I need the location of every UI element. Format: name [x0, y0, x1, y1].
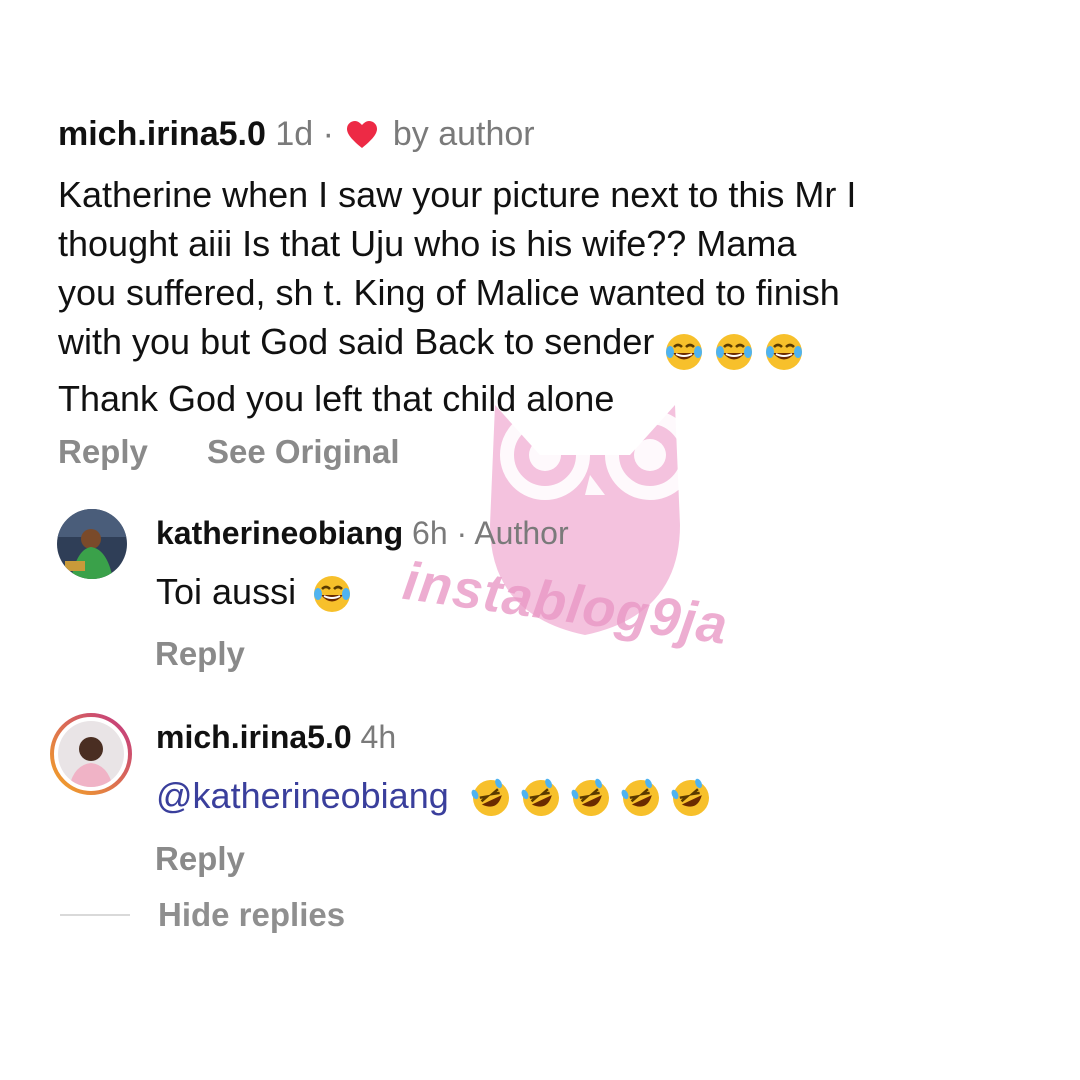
emoji-row [664, 325, 814, 374]
reply-header: katherineobiang 6h · Author [156, 512, 569, 554]
rolling-laughing-icon [621, 778, 661, 818]
comment-line: with you but God said Back to sender [58, 321, 655, 362]
comment-username[interactable]: mich.irina5.0 [58, 115, 266, 153]
rolling-laughing-icon [521, 778, 561, 818]
heart-icon [347, 116, 378, 160]
tears-of-joy-icon [714, 332, 754, 372]
mention-link[interactable]: @katherineobiang [156, 775, 449, 816]
comment-text: Katherine when I saw your picture next t… [58, 170, 1048, 423]
reply-username[interactable]: katherineobiang [156, 515, 403, 551]
divider [60, 914, 130, 916]
tears-of-joy-icon [312, 574, 352, 614]
see-original-button[interactable]: See Original [207, 433, 400, 471]
reply-header: mich.irina5.0 4h [156, 716, 396, 758]
avatar-with-story-ring[interactable] [50, 713, 132, 795]
reply-text: Toi aussi [156, 569, 362, 615]
reply-button[interactable]: Reply [58, 433, 148, 471]
comment-line-with-emoji: with you but God said Back to sender [58, 317, 1048, 374]
author-badge: Author [474, 515, 569, 551]
reply-button[interactable]: Reply [155, 840, 245, 878]
reply-button[interactable]: Reply [155, 635, 245, 673]
comment-header: mich.irina5.0 1d · by author [58, 112, 535, 160]
liked-by-author-label: by author [392, 115, 535, 153]
tears-of-joy-icon [764, 332, 804, 372]
hide-replies-button[interactable]: Hide replies [158, 896, 345, 934]
reply-time: 4h [360, 719, 397, 755]
reply-time: 6h [412, 515, 448, 551]
comment-line: Thank God you left that child alone [58, 378, 615, 419]
reply-username[interactable]: mich.irina5.0 [156, 719, 352, 755]
comment-time: 1d [275, 115, 314, 153]
comment-line: thought aiii Is that Uju who is his wife… [58, 223, 797, 264]
comment-line: Katherine when I saw your picture next t… [58, 174, 857, 215]
rolling-laughing-icon [571, 778, 611, 818]
separator: · [456, 515, 468, 551]
separator: · [322, 115, 334, 153]
reply-message: Toi aussi [156, 571, 297, 612]
reply-text: @katherineobiang [156, 773, 721, 819]
rolling-laughing-icon [471, 778, 511, 818]
tears-of-joy-icon [664, 332, 704, 372]
avatar[interactable] [57, 509, 127, 579]
emoji-row [471, 773, 721, 819]
watermark-text: instablog9ja [399, 550, 732, 656]
rolling-laughing-icon [671, 778, 711, 818]
comment-line: you suffered, sh t. King of Malice wante… [58, 272, 840, 313]
